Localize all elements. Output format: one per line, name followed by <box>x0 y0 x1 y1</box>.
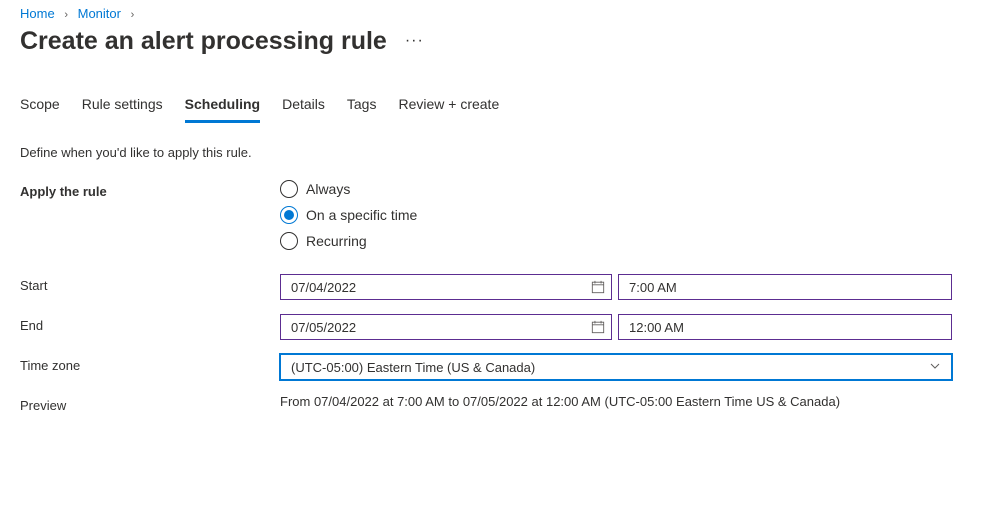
more-icon[interactable]: ··· <box>405 32 424 50</box>
chevron-right-icon: › <box>64 9 68 21</box>
radio-recurring[interactable]: Recurring <box>280 232 960 250</box>
preview-label: Preview <box>20 394 280 413</box>
radio-on-specific-time[interactable]: On a specific time <box>280 206 960 224</box>
start-date-input[interactable]: 07/04/2022 <box>280 274 612 300</box>
apply-rule-label: Apply the rule <box>20 180 280 199</box>
breadcrumb: Home › Monitor › <box>20 6 986 21</box>
tab-review-create[interactable]: Review + create <box>398 96 499 123</box>
tab-scheduling[interactable]: Scheduling <box>185 96 260 123</box>
radio-icon <box>280 232 298 250</box>
start-time-input[interactable]: 7:00 AM <box>618 274 952 300</box>
time-zone-label: Time zone <box>20 354 280 373</box>
radio-specific-time-label: On a specific time <box>306 207 417 223</box>
time-zone-select[interactable]: (UTC-05:00) Eastern Time (US & Canada) <box>280 354 952 380</box>
end-time-value: 12:00 AM <box>629 320 684 335</box>
radio-always[interactable]: Always <box>280 180 960 198</box>
radio-icon <box>280 206 298 224</box>
tab-tags[interactable]: Tags <box>347 96 377 123</box>
calendar-icon <box>591 280 605 294</box>
breadcrumb-monitor[interactable]: Monitor <box>78 6 121 21</box>
start-date-value: 07/04/2022 <box>291 280 356 295</box>
start-time-value: 7:00 AM <box>629 280 677 295</box>
chevron-down-icon <box>929 360 941 375</box>
radio-always-label: Always <box>306 181 350 197</box>
preview-text: From 07/04/2022 at 7:00 AM to 07/05/2022… <box>280 394 960 409</box>
instruction-text: Define when you'd like to apply this rul… <box>20 145 986 160</box>
radio-icon <box>280 180 298 198</box>
tab-details[interactable]: Details <box>282 96 325 123</box>
tabs: Scope Rule settings Scheduling Details T… <box>20 96 986 123</box>
page-title: Create an alert processing rule <box>20 27 387 56</box>
tab-rule-settings[interactable]: Rule settings <box>82 96 163 123</box>
end-date-input[interactable]: 07/05/2022 <box>280 314 612 340</box>
time-zone-value: (UTC-05:00) Eastern Time (US & Canada) <box>291 360 535 375</box>
chevron-right-icon: › <box>131 9 135 21</box>
breadcrumb-home[interactable]: Home <box>20 6 55 21</box>
end-label: End <box>20 314 280 333</box>
calendar-icon <box>591 320 605 334</box>
tab-scope[interactable]: Scope <box>20 96 60 123</box>
start-label: Start <box>20 274 280 293</box>
end-time-input[interactable]: 12:00 AM <box>618 314 952 340</box>
end-date-value: 07/05/2022 <box>291 320 356 335</box>
apply-rule-radio-group: Always On a specific time Recurring <box>280 180 960 250</box>
radio-recurring-label: Recurring <box>306 233 367 249</box>
